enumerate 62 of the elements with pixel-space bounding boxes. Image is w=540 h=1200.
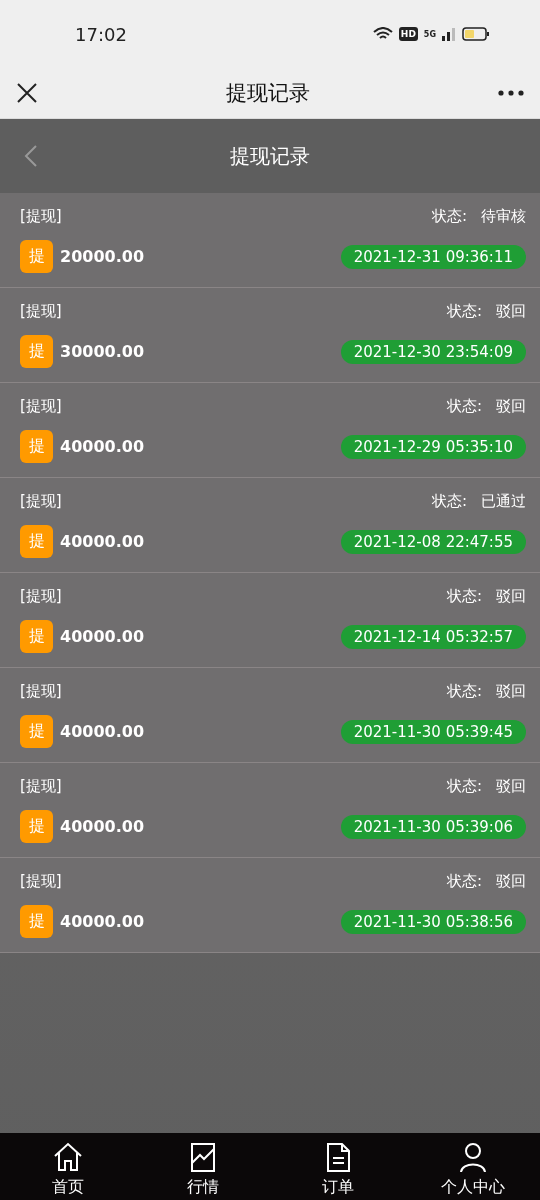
record-type: [提现] bbox=[20, 492, 62, 511]
record-type: [提现] bbox=[20, 207, 62, 226]
status-value: 待审核 bbox=[481, 207, 526, 226]
status-value: 已通过 bbox=[481, 492, 526, 511]
record-type: [提现] bbox=[20, 872, 62, 891]
status-value: 驳回 bbox=[496, 872, 526, 891]
amount: 40000.00 bbox=[60, 437, 144, 456]
status-label: 状态: bbox=[431, 492, 467, 511]
status-label: 状态: bbox=[446, 302, 482, 321]
hd-badge: HD bbox=[398, 27, 418, 41]
status-time: 17:02 bbox=[75, 23, 127, 45]
signal-icon bbox=[442, 27, 456, 41]
window-title: 提现记录 bbox=[226, 80, 310, 107]
record-type: [提现] bbox=[20, 682, 62, 701]
time-badge: 2021-12-08 22:47:55 bbox=[340, 529, 526, 554]
status-label: 状态: bbox=[446, 682, 482, 701]
status-value: 驳回 bbox=[496, 397, 526, 416]
status-value: 驳回 bbox=[496, 682, 526, 701]
time-badge: 2021-12-31 09:36:11 bbox=[340, 244, 526, 269]
amount: 30000.00 bbox=[60, 342, 144, 361]
amount: 40000.00 bbox=[60, 722, 144, 741]
amount: 40000.00 bbox=[60, 912, 144, 931]
withdraw-badge: 提 bbox=[20, 335, 53, 368]
status-label: 状态: bbox=[446, 587, 482, 606]
time-badge: 2021-11-30 05:39:06 bbox=[340, 814, 526, 839]
withdraw-badge: 提 bbox=[20, 525, 53, 558]
amount: 20000.00 bbox=[60, 247, 144, 266]
withdraw-badge: 提 bbox=[20, 810, 53, 843]
wifi-icon bbox=[372, 27, 393, 41]
amount: 40000.00 bbox=[60, 817, 144, 836]
record-type: [提现] bbox=[20, 777, 62, 796]
tab-item[interactable]: 订单 bbox=[270, 1133, 405, 1200]
time-badge: 2021-12-30 23:54:09 bbox=[340, 339, 526, 364]
tab-item[interactable]: 行情 bbox=[135, 1133, 270, 1200]
withdraw-badge: 提 bbox=[20, 620, 53, 653]
amount: 40000.00 bbox=[60, 627, 144, 646]
status-value: 驳回 bbox=[496, 302, 526, 321]
status-label: 状态: bbox=[446, 777, 482, 796]
time-badge: 2021-11-30 05:38:56 bbox=[340, 909, 526, 934]
withdraw-badge: 提 bbox=[20, 240, 53, 273]
more-icon[interactable] bbox=[498, 90, 524, 96]
tab-item[interactable]: 首页 bbox=[0, 1133, 135, 1200]
time-badge: 2021-12-29 05:35:10 bbox=[340, 434, 526, 459]
withdraw-badge: 提 bbox=[20, 430, 53, 463]
withdraw-badge: 提 bbox=[20, 715, 53, 748]
close-icon[interactable] bbox=[16, 82, 38, 104]
tab-item[interactable]: 个人中心 bbox=[405, 1133, 540, 1200]
page-title: 提现记录 bbox=[230, 143, 310, 168]
record-type: [提现] bbox=[20, 587, 62, 606]
status-label: 状态: bbox=[431, 207, 467, 226]
time-badge: 2021-12-14 05:32:57 bbox=[340, 624, 526, 649]
record-type: [提现] bbox=[20, 397, 62, 416]
record-type: [提现] bbox=[20, 302, 62, 321]
amount: 40000.00 bbox=[60, 532, 144, 551]
withdraw-badge: 提 bbox=[20, 905, 53, 938]
status-value: 驳回 bbox=[496, 587, 526, 606]
status-label: 状态: bbox=[446, 872, 482, 891]
time-badge: 2021-11-30 05:39:45 bbox=[340, 719, 526, 744]
network-label: 5G bbox=[423, 29, 436, 39]
status-value: 驳回 bbox=[496, 777, 526, 796]
battery-icon bbox=[462, 27, 490, 41]
status-label: 状态: bbox=[446, 397, 482, 416]
